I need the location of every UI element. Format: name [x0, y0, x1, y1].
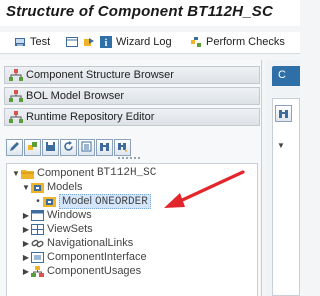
hierarchy-icon	[9, 90, 23, 102]
find-button[interactable]	[96, 139, 113, 156]
tree-node-navigational-links[interactable]: ▶ NavigationalLinks	[21, 236, 133, 250]
selected-model-item[interactable]: Model ONEORDER	[59, 193, 151, 209]
save-button[interactable]	[42, 139, 59, 156]
layout-icon	[66, 36, 78, 48]
editor-icon-toolbar	[6, 139, 132, 157]
layout-button[interactable]	[66, 36, 82, 48]
collapse-arrow-icon[interactable]: ▶	[21, 239, 31, 248]
checks-icon	[190, 36, 202, 48]
folder-icon	[21, 168, 34, 179]
model-label: Model	[62, 194, 92, 207]
bol-model-browser-header[interactable]: BOL Model Browser	[4, 87, 260, 105]
bullet-icon: •	[36, 195, 40, 207]
tree-node-component[interactable]: ▼ Component BT112H_SC	[11, 166, 156, 180]
collapse-arrow-icon[interactable]: ▶	[21, 211, 31, 220]
viewsets-icon	[31, 223, 44, 235]
expand-arrow-icon[interactable]: ▼	[11, 169, 21, 178]
refresh-button[interactable]	[60, 139, 77, 156]
info-icon: i	[100, 36, 112, 49]
right-panel-find-button[interactable]	[275, 105, 292, 122]
display-change-button[interactable]	[24, 139, 41, 156]
find-next-button[interactable]	[114, 139, 131, 156]
forward-button[interactable]	[83, 36, 99, 48]
right-panel-tab[interactable]: C	[272, 66, 300, 86]
window-title-bar: Structure of Component BT112H_SC	[0, 0, 300, 26]
link-icon	[31, 238, 44, 249]
right-panel-content: ▼	[272, 98, 300, 296]
expand-arrow-icon[interactable]: ▼	[277, 141, 285, 150]
test-button[interactable]: Test	[14, 36, 50, 48]
runtime-repository-editor-header[interactable]: Runtime Repository Editor	[4, 108, 260, 126]
tree-node-component-usages[interactable]: ▶ ComponentUsages	[21, 264, 141, 278]
perform-checks-button[interactable]: Perform Checks	[190, 36, 285, 48]
component-usages-icon	[31, 265, 44, 277]
refresh-icon	[63, 140, 74, 155]
binoculars-icon	[99, 141, 110, 155]
perform-checks-label: Perform Checks	[206, 36, 285, 48]
right-panel: C ▼	[266, 60, 300, 296]
test-label: Test	[30, 36, 51, 48]
component-name: BT112H_SC	[96, 167, 157, 179]
model-folder-icon	[31, 182, 44, 193]
resize-grip[interactable]	[118, 157, 140, 161]
viewsets-label: ViewSets	[47, 223, 93, 235]
model-icon	[43, 196, 56, 207]
collapse-arrow-icon[interactable]: ▶	[21, 267, 31, 276]
tree-node-windows[interactable]: ▶ Windows	[21, 208, 92, 222]
list-button[interactable]	[78, 139, 95, 156]
wizard-log-button[interactable]: i Wizard Log	[100, 36, 172, 49]
models-label: Models	[47, 181, 83, 193]
tree-node-viewsets[interactable]: ▶ ViewSets	[21, 222, 93, 236]
list-icon	[81, 141, 92, 155]
binoculars-next-icon	[117, 141, 128, 155]
binoculars-icon	[276, 110, 291, 124]
runtime-repository-editor-label: Runtime Repository Editor	[26, 111, 155, 123]
tree-node-models[interactable]: ▼ Models	[21, 180, 82, 194]
window-title: Structure of Component BT112H_SC	[6, 3, 273, 20]
display-change-icon	[27, 141, 38, 155]
save-icon	[45, 141, 56, 155]
model-name: ONEORDER	[95, 195, 148, 208]
pencil-icon	[9, 141, 20, 155]
toolbar: Test i Wizard Log Perform Checks	[0, 32, 300, 54]
navigational-links-label: NavigationalLinks	[47, 237, 134, 249]
component-label: Component	[37, 167, 94, 179]
component-interface-label: ComponentInterface	[47, 251, 147, 263]
right-panel-tab-label: C	[278, 69, 286, 81]
hierarchy-icon	[9, 69, 23, 81]
component-tree: ▼ Component BT112H_SC ▼ Models • Model O…	[6, 163, 258, 296]
edit-button[interactable]	[6, 139, 23, 156]
expand-arrow-icon[interactable]: ▼	[21, 183, 31, 192]
svg-text:i: i	[105, 38, 108, 48]
tree-node-model-oneorder[interactable]: • Model ONEORDER	[33, 193, 151, 209]
bol-model-browser-label: BOL Model Browser	[26, 90, 125, 102]
windows-icon	[31, 209, 44, 221]
wizard-log-label: Wizard Log	[116, 36, 172, 48]
component-structure-browser-header[interactable]: Component Structure Browser	[4, 66, 260, 84]
collapse-arrow-icon[interactable]: ▶	[21, 225, 31, 234]
forward-icon	[83, 36, 95, 48]
hierarchy-icon	[9, 111, 23, 123]
interface-icon	[31, 251, 44, 263]
test-icon	[14, 36, 26, 48]
collapse-arrow-icon[interactable]: ▶	[21, 253, 31, 262]
windows-label: Windows	[47, 209, 92, 221]
component-structure-browser-label: Component Structure Browser	[26, 69, 174, 81]
tree-node-component-interface[interactable]: ▶ ComponentInterface	[21, 250, 147, 264]
component-usages-label: ComponentUsages	[47, 265, 142, 277]
